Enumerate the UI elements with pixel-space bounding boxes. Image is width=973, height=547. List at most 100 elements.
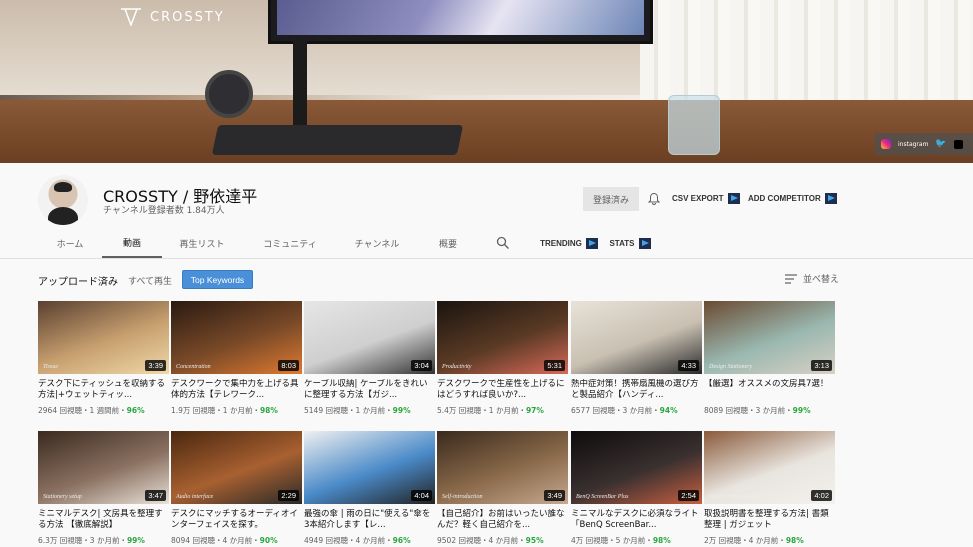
video-thumbnail[interactable]: Design Stationery 3:13	[704, 301, 835, 374]
video-score: 94%	[659, 406, 678, 415]
video-duration: 3:49	[544, 490, 565, 501]
video-title[interactable]: ミニマルなデスクに必須なライト「BenQ ScreenBar...	[571, 509, 702, 531]
video-thumbnail[interactable]: Tissue 3:39	[38, 301, 169, 374]
video-meta: 5.4万 回視聴・1 か月前・97%	[437, 405, 568, 416]
video-title[interactable]: 【自己紹介】お前はいったい誰なんだ？軽く自己紹介を...	[437, 509, 568, 531]
channel-avatar[interactable]	[38, 175, 88, 225]
video-views: 1.9万 回視聴・1 か月前・	[171, 406, 260, 415]
banner-keyboard	[211, 125, 464, 155]
video-card[interactable]: Audio interface 2:29 デスクにマッチするオーディオインターフェイ…	[171, 431, 302, 546]
video-title[interactable]: デスク下にティッシュを収納する方法|+ウェットティッ...	[38, 379, 169, 401]
channel-tabs: ホーム 動画 再生リスト コミュニティ チャンネル 概要 TRENDING ST…	[0, 229, 973, 258]
video-title[interactable]: 最強の傘 | 雨の日に"使える"傘を3本紹介します【レ...	[304, 509, 435, 531]
video-score: 99%	[392, 406, 411, 415]
logo-text: CROSSTY	[150, 9, 225, 25]
tab-channels[interactable]: チャンネル	[345, 229, 409, 258]
top-keywords-button[interactable]: Top Keywords	[182, 270, 253, 289]
video-duration: 4:04	[411, 490, 432, 501]
video-score: 95%	[525, 536, 544, 545]
tab-home[interactable]: ホーム	[40, 229, 100, 258]
thumbnail-caption: Concentration	[176, 364, 211, 370]
banner-monitor	[268, 0, 653, 44]
tab-trending[interactable]: TRENDING	[538, 229, 600, 258]
sort-by-button[interactable]: 並べ替え	[785, 272, 839, 285]
search-icon[interactable]	[496, 236, 510, 250]
play-all-link[interactable]: すべて再生	[128, 274, 172, 287]
video-views: 6.3万 回視聴・3 か月前・	[38, 536, 127, 545]
twitter-icon[interactable]: 🐦	[935, 139, 946, 149]
sort-label: 並べ替え	[803, 275, 840, 285]
thumbnail-caption: BenQ ScreenBar Plus	[576, 494, 629, 500]
play-arrow-icon	[638, 238, 651, 249]
video-title[interactable]: 【厳選】オススメの文房具7選！	[704, 379, 835, 401]
video-card[interactable]: Design Stationery 3:13 【厳選】オススメの文房具7選！ 8089…	[704, 301, 835, 416]
video-thumbnail[interactable]: Concentration 8:03	[171, 301, 302, 374]
notification-bell-icon[interactable]	[647, 192, 661, 206]
video-title[interactable]: デスクにマッチするオーディオインターフェイスを探す。	[171, 509, 302, 531]
play-arrow-icon	[585, 238, 598, 249]
tab-stats[interactable]: STATS	[608, 229, 652, 258]
video-card[interactable]: Concentration 8:03 デスクワークで集中力を上げる具体的方法【テレワ…	[171, 301, 302, 416]
video-duration: 3:13	[811, 360, 832, 371]
video-title[interactable]: 熱中症対策！携帯扇風機の選び方と製品紹介【ハンディ...	[571, 379, 702, 401]
subscribed-button[interactable]: 登録済み	[583, 187, 639, 211]
video-card[interactable]: 4:33 熱中症対策！携帯扇風機の選び方と製品紹介【ハンディ... 6577 回視聴…	[571, 301, 702, 416]
video-title[interactable]: ケーブル収納| ケーブルをきれいに整理する方法【ガジ...	[304, 379, 435, 401]
video-meta: 6577 回視聴・3 か月前・94%	[571, 405, 702, 416]
video-meta: 5149 回視聴・1 か月前・99%	[304, 405, 435, 416]
add-competitor-label: ADD COMPETITOR	[748, 194, 821, 203]
instagram-label[interactable]: instagram	[898, 141, 928, 148]
video-meta: 6.3万 回視聴・3 か月前・99%	[38, 535, 169, 546]
thumbnail-caption: Self-introduction	[442, 494, 483, 500]
video-thumbnail[interactable]: Self-introduction 3:49	[437, 431, 568, 504]
tab-videos[interactable]: 動画	[102, 229, 162, 258]
video-duration: 4:02	[811, 490, 832, 501]
instagram-icon[interactable]	[881, 139, 891, 149]
video-score: 98%	[785, 536, 804, 545]
video-card[interactable]: manual organization 4:02 取扱説明書を整理する方法| 書類整…	[704, 431, 835, 546]
video-views: 9502 回視聴・4 か月前・	[437, 536, 526, 545]
video-thumbnail[interactable]: Productivity 5:31	[437, 301, 568, 374]
video-thumbnail[interactable]: 3:04	[304, 301, 435, 374]
video-card[interactable]: 3:04 ケーブル収納| ケーブルをきれいに整理する方法【ガジ... 5149 回視…	[304, 301, 435, 416]
video-views: 2万 回視聴・4 か月前・	[704, 536, 786, 545]
video-card[interactable]: Stationery setup 3:47 ミニマルデスク| 文房具を整理する方法 …	[38, 431, 169, 546]
video-title[interactable]: デスクワークで集中力を上げる具体的方法【テレワーク...	[171, 379, 302, 401]
crossty-logo-icon	[121, 8, 141, 26]
video-duration: 4:33	[678, 360, 699, 371]
video-card[interactable]: Tissue 3:39 デスク下にティッシュを収納する方法|+ウェットティッ... 2…	[38, 301, 169, 416]
csv-export-button[interactable]: CSV EXPORT	[672, 193, 740, 204]
video-card[interactable]: Productivity 5:31 デスクワークで生産性を上げるにはどうすれば良いか…	[437, 301, 568, 416]
tab-playlists[interactable]: 再生リスト	[170, 229, 234, 258]
video-thumbnail[interactable]: 4:33	[571, 301, 702, 374]
banner-glass	[668, 95, 720, 155]
add-competitor-button[interactable]: ADD COMPETITOR	[748, 193, 837, 204]
video-card[interactable]: BenQ ScreenBar Plus 2:54 ミニマルなデスクに必須なライト「B…	[571, 431, 702, 546]
video-thumbnail[interactable]: Audio interface 2:29	[171, 431, 302, 504]
video-title[interactable]: 取扱説明書を整理する方法| 書類整理 | ガジェット	[704, 509, 835, 531]
tab-about[interactable]: 概要	[428, 229, 468, 258]
video-score: 98%	[652, 536, 671, 545]
tab-community[interactable]: コミュニティ	[255, 229, 325, 258]
video-thumbnail[interactable]: BenQ ScreenBar Plus 2:54	[571, 431, 702, 504]
video-thumbnail[interactable]: 4:04	[304, 431, 435, 504]
thumbnail-caption: Stationery setup	[43, 494, 82, 500]
tabs-divider	[0, 258, 973, 259]
video-thumbnail[interactable]: manual organization 4:02	[704, 431, 835, 504]
video-card[interactable]: Self-introduction 3:49 【自己紹介】お前はいったい誰なんだ？軽…	[437, 431, 568, 546]
channel-banner: CROSSTY instagram 🐦	[0, 0, 973, 163]
banner-social-links: instagram 🐦	[875, 133, 973, 155]
video-thumbnail[interactable]: Stationery setup 3:47	[38, 431, 169, 504]
video-title[interactable]: ミニマルデスク| 文房具を整理する方法 【徹底解説】	[38, 509, 169, 531]
video-views: 4949 回視聴・4 か月前・	[304, 536, 393, 545]
video-meta: 1.9万 回視聴・1 か月前・98%	[171, 405, 302, 416]
video-card[interactable]: 4:04 最強の傘 | 雨の日に"使える"傘を3本紹介します【レ... 4949 回…	[304, 431, 435, 546]
tiktok-icon[interactable]	[953, 139, 963, 149]
video-views: 8094 回視聴・4 か月前・	[171, 536, 260, 545]
video-views: 5.4万 回視聴・1 か月前・	[437, 406, 526, 415]
video-score: 98%	[259, 406, 278, 415]
video-score: 96%	[392, 536, 411, 545]
video-title[interactable]: デスクワークで生産性を上げるにはどうすれば良いか?...	[437, 379, 568, 401]
video-duration: 3:47	[145, 490, 166, 501]
video-score: 97%	[525, 406, 544, 415]
